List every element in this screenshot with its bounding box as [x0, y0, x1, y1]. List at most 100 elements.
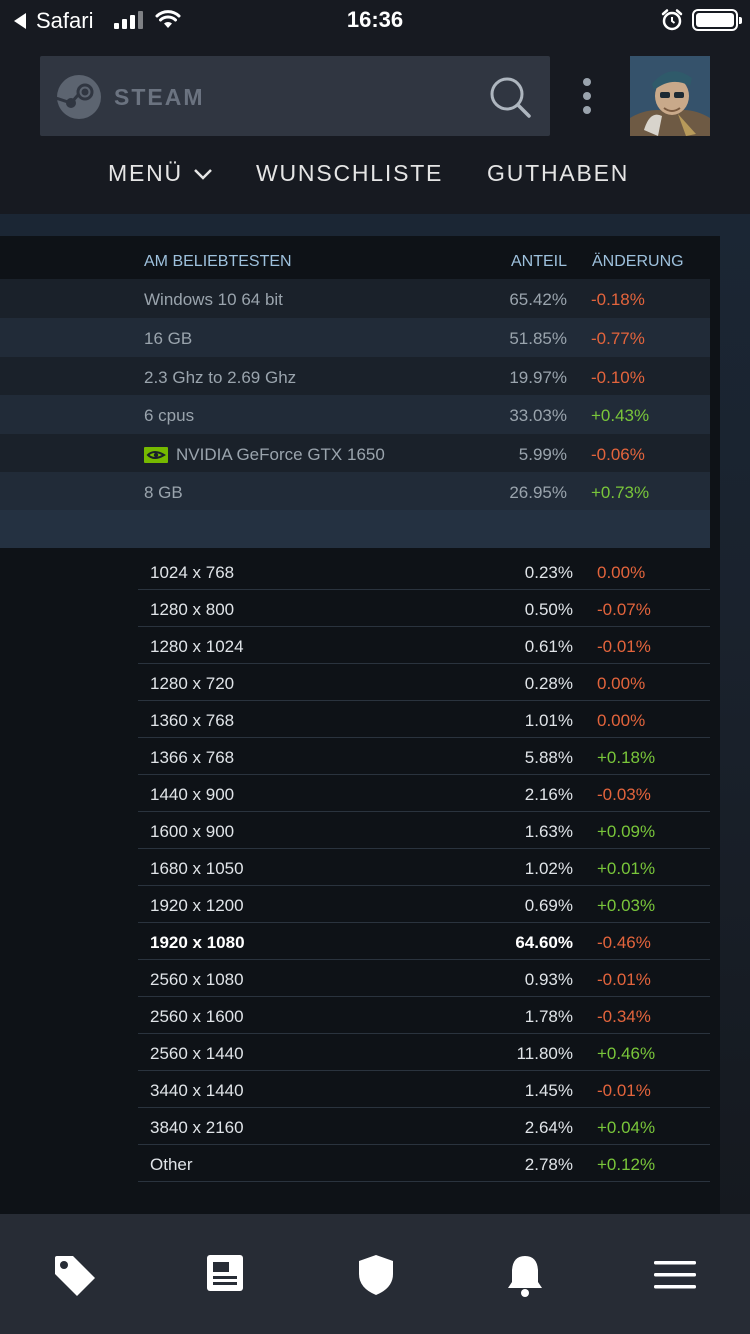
- resolution-share: 1.02%: [524, 859, 573, 878]
- resolution-name: 3840 x 2160: [150, 1118, 244, 1137]
- resolution-share: 1.45%: [524, 1081, 573, 1100]
- resolution-share: 5.88%: [524, 748, 573, 767]
- resolution-share: 0.23%: [524, 563, 573, 582]
- nav-menu[interactable]: MENÜ: [108, 160, 213, 187]
- resolution-change: -0.03%: [597, 785, 651, 804]
- popular-row: 8 GB 26.95% +0.73%: [0, 472, 710, 511]
- header-change: ÄNDERUNG: [592, 253, 684, 270]
- bell-icon[interactable]: [507, 1254, 543, 1298]
- popular-row: Windows 10 64 bit 65.42% -0.18%: [0, 279, 710, 318]
- news-icon[interactable]: [206, 1254, 244, 1292]
- resolution-row: 3840 x 2160 2.64% +0.04%: [138, 1108, 710, 1145]
- resolution-share: 64.60%: [515, 933, 573, 952]
- resolution-change: +0.12%: [597, 1155, 656, 1174]
- popular-row: 16 GB 51.85% -0.77%: [0, 318, 710, 357]
- resolution-row: 1024 x 768 0.23% 0.00%: [138, 553, 710, 590]
- resolution-change: +0.04%: [597, 1118, 656, 1137]
- bottom-toolbar: [0, 1214, 750, 1334]
- popular-row-label: Windows 10 64 bit: [144, 290, 283, 309]
- steam-logo-text: STEAM: [114, 83, 205, 110]
- resolution-change: 0.00%: [597, 674, 646, 693]
- resolution-row: 1366 x 768 5.88% +0.18%: [138, 738, 710, 775]
- resolution-change: -0.34%: [597, 1007, 651, 1026]
- popular-row-change: -0.77%: [591, 329, 645, 348]
- popular-row-share: 5.99%: [518, 445, 567, 464]
- chevron-down-icon: [194, 168, 212, 180]
- menu-icon[interactable]: [654, 1260, 696, 1290]
- resolution-change: +0.09%: [597, 822, 656, 841]
- popular-row-share: 19.97%: [509, 368, 567, 387]
- popular-row-share: 51.85%: [509, 329, 567, 348]
- resolution-share: 2.64%: [524, 1118, 573, 1137]
- popular-row-label: 8 GB: [144, 483, 183, 502]
- resolution-row: 1360 x 768 1.01% 0.00%: [138, 701, 710, 738]
- resolution-change: +0.01%: [597, 859, 656, 878]
- resolution-change: -0.46%: [597, 933, 651, 952]
- resolution-change: -0.01%: [597, 1081, 651, 1100]
- resolution-share: 0.93%: [524, 970, 573, 989]
- alarm-icon: [661, 9, 683, 31]
- popular-row-label: 16 GB: [144, 329, 193, 348]
- popular-table-footer-band: [0, 510, 710, 548]
- resolution-name: 2560 x 1600: [150, 1007, 244, 1026]
- nav-wishlist[interactable]: WUNSCHLISTE: [256, 160, 443, 187]
- resolution-share: 11.80%: [516, 1044, 573, 1063]
- search-bar[interactable]: STEAM: [40, 56, 550, 136]
- resolution-row: 2560 x 1080 0.93% -0.01%: [138, 960, 710, 997]
- popular-row-label: 2.3 Ghz to 2.69 Ghz: [144, 368, 297, 387]
- shield-icon[interactable]: [358, 1254, 394, 1296]
- steam-logo-icon: [56, 75, 101, 119]
- popular-row-name: Windows 10 64 bit: [144, 290, 283, 310]
- header-share: ANTEIL: [510, 253, 567, 270]
- header-most-popular: AM BELIEBTESTEN: [144, 253, 292, 270]
- popular-row-name: 6 cpus: [144, 406, 194, 426]
- resolution-share: 1.01%: [524, 711, 573, 730]
- resolution-share: 1.63%: [524, 822, 573, 841]
- resolution-row: 1920 x 1200 0.69% +0.03%: [138, 886, 710, 923]
- main-nav: MENÜ WUNSCHLISTE GUTHABEN: [0, 160, 750, 200]
- resolution-name: 1440 x 900: [150, 785, 235, 804]
- popular-row-name: 8 GB: [144, 483, 183, 503]
- resolution-name: 1360 x 768: [150, 711, 235, 730]
- popular-row-share: 33.03%: [509, 406, 567, 425]
- resolution-row: 1920 x 1080 64.60% -0.46%: [138, 923, 710, 960]
- steam-header: STEAM MENÜ WUNSCHLISTE GUTHABEN: [0, 40, 750, 214]
- resolution-name: 1366 x 768: [150, 748, 235, 767]
- popular-row-change: -0.06%: [591, 445, 645, 464]
- resolution-row: 1280 x 800 0.50% -0.07%: [138, 590, 710, 627]
- resolution-name: Other: [150, 1155, 193, 1174]
- battery-icon: [692, 9, 742, 31]
- popular-row-name: 2.3 Ghz to 2.69 Ghz: [144, 368, 296, 388]
- resolution-row: 3440 x 1440 1.45% -0.01%: [138, 1071, 710, 1108]
- avatar-image: [630, 56, 710, 136]
- resolution-share: 0.50%: [524, 600, 573, 619]
- popular-row-label: 6 cpus: [144, 406, 195, 425]
- nav-funds[interactable]: GUTHABEN: [487, 160, 629, 187]
- resolution-share: 0.69%: [524, 896, 573, 915]
- resolution-row: 2560 x 1440 11.80% +0.46%: [138, 1034, 710, 1071]
- popular-row-change: -0.10%: [591, 368, 645, 387]
- steam-logo[interactable]: STEAM: [56, 74, 205, 120]
- resolution-row: 1680 x 1050 1.02% +0.01%: [138, 849, 710, 886]
- resolution-name: 1920 x 1200: [150, 896, 244, 915]
- resolution-change: +0.46%: [597, 1044, 656, 1063]
- resolution-change: 0.00%: [597, 563, 646, 582]
- resolution-share: 2.78%: [524, 1155, 573, 1174]
- avatar[interactable]: [630, 56, 710, 136]
- resolution-name: 1600 x 900: [150, 822, 235, 841]
- resolution-name: 1280 x 800: [150, 600, 235, 619]
- more-options-icon[interactable]: [583, 78, 591, 114]
- resolution-name: 3440 x 1440: [150, 1081, 244, 1100]
- popular-row-change: +0.43%: [591, 406, 650, 425]
- tag-icon[interactable]: [53, 1254, 97, 1298]
- nav-menu-label: MENÜ: [108, 160, 183, 186]
- resolution-name: 1920 x 1080: [150, 933, 245, 952]
- search-icon[interactable]: [488, 75, 532, 119]
- popular-table-header: AM BELIEBTESTEN ANTEIL ÄNDERUNG: [0, 236, 710, 278]
- resolution-name: 2560 x 1440: [150, 1044, 244, 1063]
- resolution-row: 2560 x 1600 1.78% -0.34%: [138, 997, 710, 1034]
- popular-row-name: 16 GB: [144, 329, 192, 349]
- resolution-change: +0.18%: [597, 748, 656, 767]
- clock: 16:36: [346, 7, 404, 32]
- resolution-name: 1680 x 1050: [150, 859, 244, 878]
